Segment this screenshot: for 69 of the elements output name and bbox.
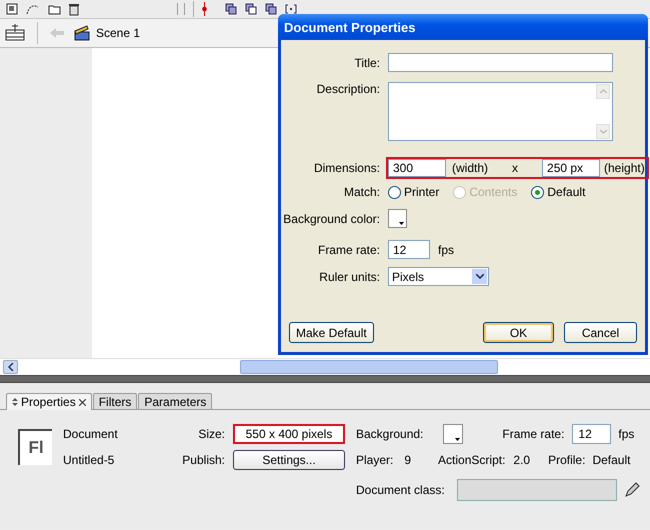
field-label: Background color: — [282, 212, 380, 226]
field-label: ActionScript: — [438, 453, 506, 467]
width-unit: (width) — [452, 161, 488, 175]
radio-option: Contents — [453, 185, 518, 199]
onion-skin-icon[interactable] — [225, 3, 237, 15]
clapperboard-icon[interactable] — [74, 25, 90, 41]
dialog-title: Document Properties — [284, 20, 416, 34]
settings-button[interactable]: Settings... — [233, 450, 345, 470]
field-label: Frame rate: — [316, 242, 380, 256]
edit-frames-icon[interactable] — [265, 3, 277, 15]
document-type: Document — [63, 427, 119, 441]
field-label: Profile: — [548, 453, 586, 467]
field-label: Frame rate: — [502, 427, 564, 441]
field-label: Ruler units: — [318, 270, 380, 284]
chevron-left-icon — [8, 363, 14, 371]
chevron-down-icon — [600, 129, 606, 134]
radio-option[interactable]: Printer — [388, 185, 440, 199]
folder-icon[interactable] — [48, 3, 61, 15]
trash-icon[interactable] — [69, 2, 79, 16]
chevron-up-icon — [600, 89, 606, 94]
back-arrow-icon — [50, 28, 64, 38]
motion-guide-icon[interactable] — [26, 3, 40, 15]
field-label: Description: — [316, 82, 380, 96]
color-swatch[interactable] — [388, 209, 407, 228]
field-label: Title: — [353, 56, 380, 70]
height-unit: (height) — [604, 161, 645, 175]
radio-option[interactable]: Default — [531, 185, 586, 199]
make-default-button[interactable]: Make Default — [289, 322, 374, 343]
panel-tab[interactable]: Parameters — [138, 393, 212, 409]
title-input[interactable] — [388, 53, 613, 72]
ruler-units-dropdown[interactable]: Pixels — [388, 267, 489, 286]
height-input[interactable]: 250 px — [542, 159, 600, 177]
new-layer-icon[interactable] — [6, 3, 18, 15]
scene-name: Scene 1 — [96, 26, 140, 40]
field-label: Background: — [356, 427, 424, 441]
panel-tab[interactable]: Properties — [6, 393, 92, 410]
field-label: Player: — [356, 453, 394, 467]
player-version: 9 — [404, 453, 412, 467]
caret-down-icon — [455, 438, 460, 441]
frame-rate-input[interactable]: 12 — [388, 240, 430, 259]
ok-button[interactable]: OK — [483, 322, 554, 343]
unit-label: fps — [438, 242, 454, 256]
app-logo: Fl — [18, 429, 52, 465]
marker-range-icon[interactable] — [285, 3, 297, 15]
stage-size-display[interactable]: 550 x 400 pixels — [233, 424, 345, 444]
chevron-down-icon — [476, 274, 484, 279]
pencil-icon[interactable] — [624, 482, 640, 498]
caret-down-icon — [399, 222, 404, 225]
field-label: Dimensions: — [312, 161, 380, 175]
panel-tab[interactable]: Filters — [92, 393, 138, 409]
profile-name: Default — [592, 453, 630, 467]
field-label: Match: — [342, 185, 380, 199]
frame-rate-input[interactable]: 12 — [572, 424, 612, 444]
cancel-button[interactable]: Cancel — [564, 322, 637, 343]
field-label: Publish: — [181, 453, 226, 467]
width-input[interactable]: 300 — [388, 159, 446, 177]
field-label: Size: — [197, 427, 226, 441]
collapse-toggle-icon[interactable] — [12, 398, 18, 406]
scrollbar-thumb[interactable] — [240, 360, 498, 374]
unit-label: fps — [618, 427, 634, 441]
onion-outline-icon[interactable] — [245, 3, 257, 15]
close-icon[interactable] — [78, 398, 86, 406]
scroll-left-button[interactable] — [3, 360, 18, 374]
times-sign: x — [512, 161, 518, 175]
actionscript-version: 2.0 — [513, 453, 530, 467]
field-label: Document class: — [356, 483, 445, 497]
playhead-icon[interactable] — [202, 2, 207, 16]
document-name: Untitled-5 — [63, 453, 116, 467]
color-swatch[interactable] — [443, 424, 464, 444]
